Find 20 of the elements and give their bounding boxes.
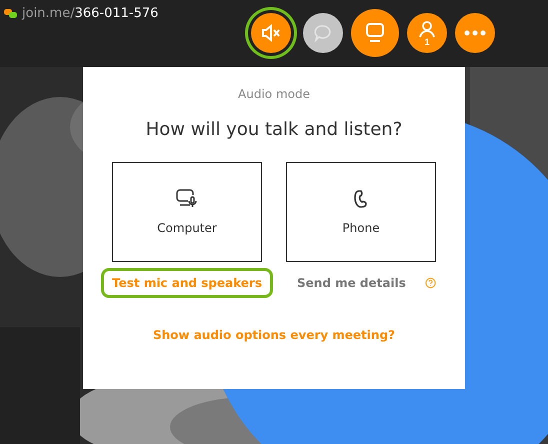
audio-option-button[interactable]: Phone: [286, 162, 436, 262]
more-button[interactable]: [455, 13, 495, 53]
send-details-link[interactable]: Send me details: [286, 268, 417, 298]
chat-bubble-icon: [313, 23, 333, 43]
dialog-title: How will you talk and listen?: [146, 119, 402, 140]
audio-option-button[interactable]: Computer: [112, 162, 262, 262]
mute-button[interactable]: [251, 13, 291, 53]
person-icon: [418, 20, 436, 38]
screen-button[interactable]: [351, 9, 399, 57]
computer-microphone-icon: [175, 189, 199, 209]
people-button[interactable]: 1: [407, 13, 447, 53]
logo-icon: [4, 8, 18, 18]
test-audio-link[interactable]: Test mic and speakers: [101, 268, 273, 298]
monitor-icon: [364, 22, 386, 44]
dialog-caption: Audio mode: [238, 87, 310, 101]
audio-options-link[interactable]: Show audio options every meeting?: [153, 328, 395, 342]
speaker-muted-icon: [261, 24, 281, 42]
phone-icon: [354, 189, 368, 209]
meeting-url: join.me/366-011-576: [22, 6, 158, 21]
more-icon: [464, 30, 486, 36]
